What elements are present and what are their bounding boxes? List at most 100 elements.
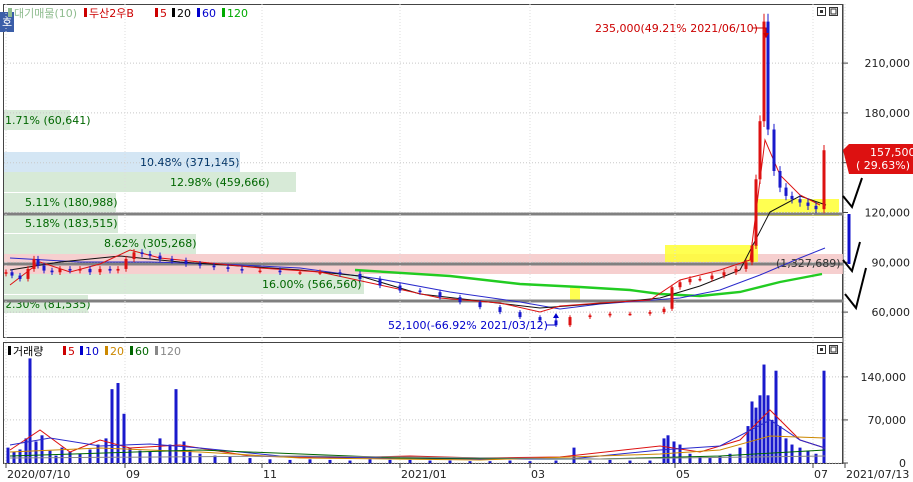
volume-bar	[122, 413, 126, 463]
volume-bar	[228, 456, 232, 463]
candle-body	[518, 312, 522, 318]
candle-body	[4, 272, 8, 274]
profile-label: 5.18% (183,515)	[25, 217, 118, 230]
candle-body	[116, 268, 120, 271]
candle-body	[68, 268, 72, 271]
low-annotation: 52,100(-66.92% 2021/03/12)	[388, 319, 548, 332]
x-tick-label: 05	[676, 468, 690, 481]
candle-body	[648, 312, 652, 314]
volume-bar	[128, 447, 132, 463]
check-mark	[844, 267, 867, 311]
candle-body	[750, 245, 754, 263]
candle-body	[772, 129, 776, 171]
legend-vol-ma60: 60	[135, 345, 149, 358]
legend-ma120: 120	[227, 7, 248, 20]
candle-body	[784, 187, 788, 196]
x-tick-label: 07	[814, 468, 828, 481]
candle-body	[26, 268, 30, 279]
volume-y-axis: 070,000140,000	[843, 371, 906, 470]
volume-bar	[96, 444, 100, 463]
legend-vol-ma5: 5	[68, 345, 75, 358]
volume-bar	[798, 447, 802, 463]
volume-bar	[116, 383, 120, 463]
candle-body	[438, 292, 442, 298]
candle-body	[662, 308, 666, 313]
volume-bar	[814, 453, 818, 463]
candle-body	[240, 268, 244, 271]
candle-body	[10, 272, 14, 276]
candle-body	[588, 315, 592, 318]
candle-body	[88, 268, 92, 273]
volume-bar	[428, 460, 432, 463]
mid-annotation: (1,327,689)	[776, 257, 841, 270]
legend-vol-ma120: 120	[160, 345, 181, 358]
current-price-change: ( 29.63%)	[856, 159, 910, 172]
stock-chart: 호 대기매물(10) 두산2우B 5 20 60 120 거래량 5 10 20	[0, 4, 913, 481]
volume-bar	[588, 460, 592, 463]
candle-body	[32, 258, 36, 269]
volume-bar	[388, 459, 392, 463]
volume-bar	[48, 450, 52, 463]
candle-body	[734, 268, 738, 273]
candle-body	[806, 202, 810, 206]
volume-bar	[348, 460, 352, 463]
volume-bar	[268, 459, 272, 463]
volume-bar	[288, 459, 292, 463]
candle-body	[762, 21, 766, 122]
volume-bar	[368, 459, 372, 463]
candle-body	[258, 270, 262, 273]
candle-body	[50, 270, 54, 273]
volume-bar	[822, 370, 826, 463]
volume-bar	[174, 389, 178, 463]
candle-body	[608, 313, 612, 316]
volume-bar	[110, 389, 114, 463]
candle-body	[378, 278, 382, 286]
chart-badge-text: 호	[2, 16, 12, 29]
volume-bar	[468, 461, 472, 463]
candle-body	[184, 260, 188, 264]
volume-bar	[448, 460, 452, 463]
profile-label: 8.62% (305,268)	[104, 237, 197, 250]
legend-vol-ma20: 20	[110, 345, 124, 358]
profile-label: 1.71% (60,641)	[5, 114, 91, 127]
volume-bar	[328, 459, 332, 463]
candle-body	[458, 297, 462, 303]
candle-body	[140, 252, 144, 254]
volume-bar	[688, 453, 692, 463]
profile-label: 5.11% (180,988)	[25, 196, 118, 209]
y-tick-label: 60,000	[872, 306, 911, 319]
highlight-zone	[570, 287, 580, 301]
volume-bar	[754, 407, 758, 463]
candle-body	[398, 285, 402, 291]
x-tick-label: 03	[531, 468, 545, 481]
volume-bar	[762, 364, 766, 463]
volume-bar	[488, 461, 492, 463]
volume-bar	[758, 395, 762, 463]
y-tick-label: 120,000	[865, 207, 911, 220]
candle-body	[670, 287, 674, 309]
volume-bar	[806, 450, 810, 463]
candle-body	[822, 150, 826, 210]
candle-body	[78, 268, 82, 271]
x-tick-label: 09	[126, 468, 140, 481]
candle-body	[568, 317, 572, 326]
legend-volume: 거래량	[13, 345, 43, 358]
candle-body	[766, 21, 770, 130]
candle-body	[158, 255, 162, 259]
candle-body	[778, 171, 782, 188]
volume-bar	[88, 449, 92, 463]
volume-bar	[778, 426, 782, 463]
volume-bar	[708, 458, 712, 463]
legend-ma60: 60	[202, 7, 216, 20]
profile-label: 16.00% (566,560)	[262, 278, 362, 291]
candle-body	[790, 195, 794, 200]
volume-bar	[678, 444, 682, 463]
volume-bar	[28, 358, 32, 463]
candle-body	[628, 313, 632, 316]
candle-body	[744, 262, 748, 269]
candle-body	[418, 290, 422, 293]
x-tick-label: 11	[263, 468, 277, 481]
check-mark	[842, 177, 863, 210]
x-tick-label: 2021/07/13	[846, 468, 909, 481]
x-tick-label: 2021/01	[401, 468, 447, 481]
